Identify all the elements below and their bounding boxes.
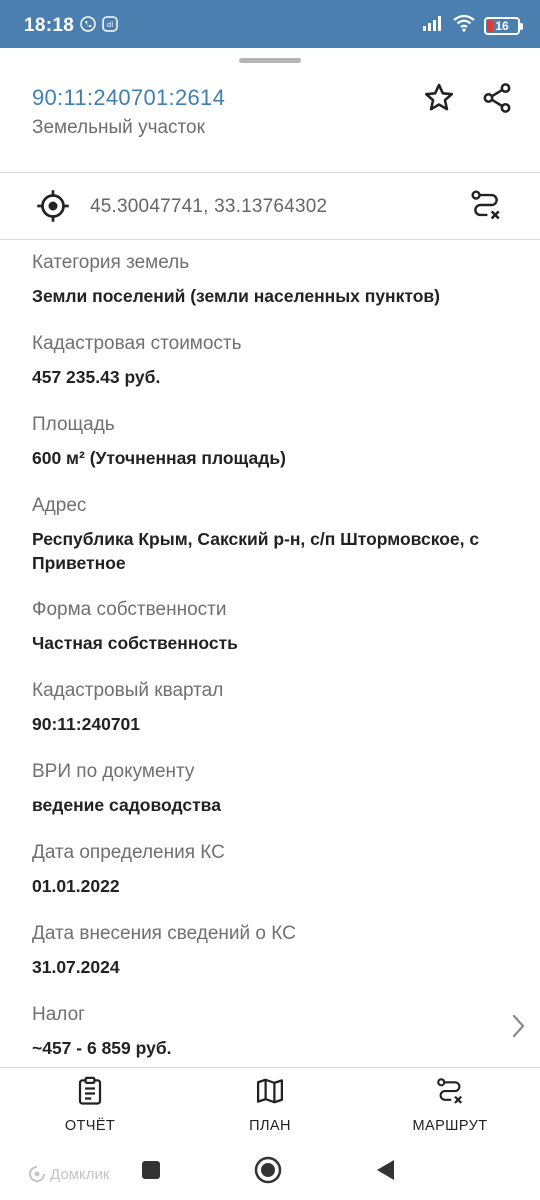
status-bar: 18:18 dl 16 (0, 0, 540, 48)
route-button[interactable] (464, 185, 508, 229)
route-icon (435, 1076, 465, 1111)
property-tax[interactable]: Налог ~457 - 6 859 руб. (32, 1003, 522, 1060)
property-value: ведение садоводства (32, 795, 221, 815)
property-label: Форма собственности (32, 599, 227, 620)
signal-icon (422, 15, 444, 36)
wifi-icon (452, 14, 476, 37)
property-address: Адрес Республика Крым, Сакский р-н, с/п … (32, 494, 522, 575)
property-value: 01.01.2022 (32, 876, 120, 896)
domclick-watermark: Домклик (28, 1165, 109, 1183)
battery-level: 16 (495, 18, 509, 33)
property-label: Площадь (32, 414, 115, 435)
property-value: 600 м² (Уточненная площадь) (32, 448, 286, 468)
share-button[interactable] (475, 78, 519, 122)
phone-call-icon (80, 16, 96, 37)
property-land-category: Категория земель Земли поселений (земли … (32, 251, 522, 308)
properties-list[interactable]: Категория земель Земли поселений (земли … (0, 240, 540, 1066)
share-icon (480, 81, 514, 120)
plan-button[interactable]: ПЛАН (238, 1076, 302, 1136)
property-label: Дата внесения сведений о КС (32, 923, 296, 944)
notification-icon: dl (102, 16, 118, 37)
back-button[interactable] (370, 1155, 400, 1185)
home-button[interactable] (253, 1155, 283, 1185)
property-value: Частная собственность (32, 633, 238, 653)
property-entry-date: Дата внесения сведений о КС 31.07.2024 (32, 922, 522, 979)
object-type: Земельный участок (32, 117, 205, 138)
svg-text:dl: dl (107, 21, 113, 29)
route-nav-button[interactable]: МАРШРУТ (400, 1076, 500, 1136)
report-button[interactable]: ОТЧЁТ (58, 1076, 122, 1136)
property-label: Адрес (32, 495, 87, 516)
chevron-right-icon[interactable] (508, 1012, 528, 1040)
property-label: Кадастровый квартал (32, 680, 224, 701)
report-label: ОТЧЁТ (64, 1118, 116, 1134)
status-time: 18:18 (24, 15, 75, 36)
cadastral-number[interactable]: 90:11:240701:2614 (32, 85, 225, 111)
status-system-icons: 16 (422, 14, 523, 37)
star-icon (422, 81, 456, 120)
property-label: Категория земель (32, 252, 190, 273)
route-icon (469, 188, 503, 227)
property-value: 90:11:240701 (32, 714, 141, 734)
property-value: ~457 - 6 859 руб. (32, 1038, 172, 1058)
battery-icon: 16 (484, 16, 523, 35)
map-icon (255, 1076, 285, 1111)
coordinates-row: 45.30047741, 33.13764302 (0, 173, 540, 239)
property-cadastral-quarter: Кадастровый квартал 90:11:240701 (32, 679, 522, 736)
property-value: Земли поселений (земли населенных пункто… (32, 286, 441, 306)
sheet-drag-handle[interactable] (239, 58, 301, 63)
property-label: ВРИ по документу (32, 761, 195, 782)
property-value: 31.07.2024 (32, 957, 120, 977)
property-value: Республика Крым, Сакский р-н, с/п Штормо… (32, 529, 480, 573)
crosshair-icon[interactable] (32, 185, 74, 227)
recents-button[interactable] (136, 1155, 166, 1185)
favorite-button[interactable] (417, 78, 461, 122)
coordinates-text[interactable]: 45.30047741, 33.13764302 (90, 196, 327, 218)
property-label: Кадастровая стоимость (32, 333, 242, 354)
status-notifications: dl (80, 16, 118, 37)
watermark-text: Домклик (50, 1165, 110, 1183)
object-header: 90:11:240701:2614 Земельный участок (0, 70, 540, 172)
property-ownership: Форма собственности Частная собственност… (32, 598, 522, 655)
property-permitted-use: ВРИ по документу ведение садоводства (32, 760, 522, 817)
property-label: Дата определения КС (32, 842, 225, 863)
property-area: Площадь 600 м² (Уточненная площадь) (32, 413, 522, 470)
route-label: МАРШРУТ (412, 1118, 488, 1134)
property-cadastral-value: Кадастровая стоимость 457 235.43 руб. (32, 332, 522, 389)
system-navigation-bar: Домклик (0, 1139, 540, 1200)
property-value: 457 235.43 руб. (32, 367, 161, 387)
plan-label: ПЛАН (249, 1118, 291, 1134)
property-label: Налог (32, 1004, 86, 1025)
property-valuation-date: Дата определения КС 01.01.2022 (32, 841, 522, 898)
bottom-action-bar: ОТЧЁТ ПЛАН МАРШРУТ (0, 1067, 540, 1139)
report-icon (75, 1076, 105, 1111)
